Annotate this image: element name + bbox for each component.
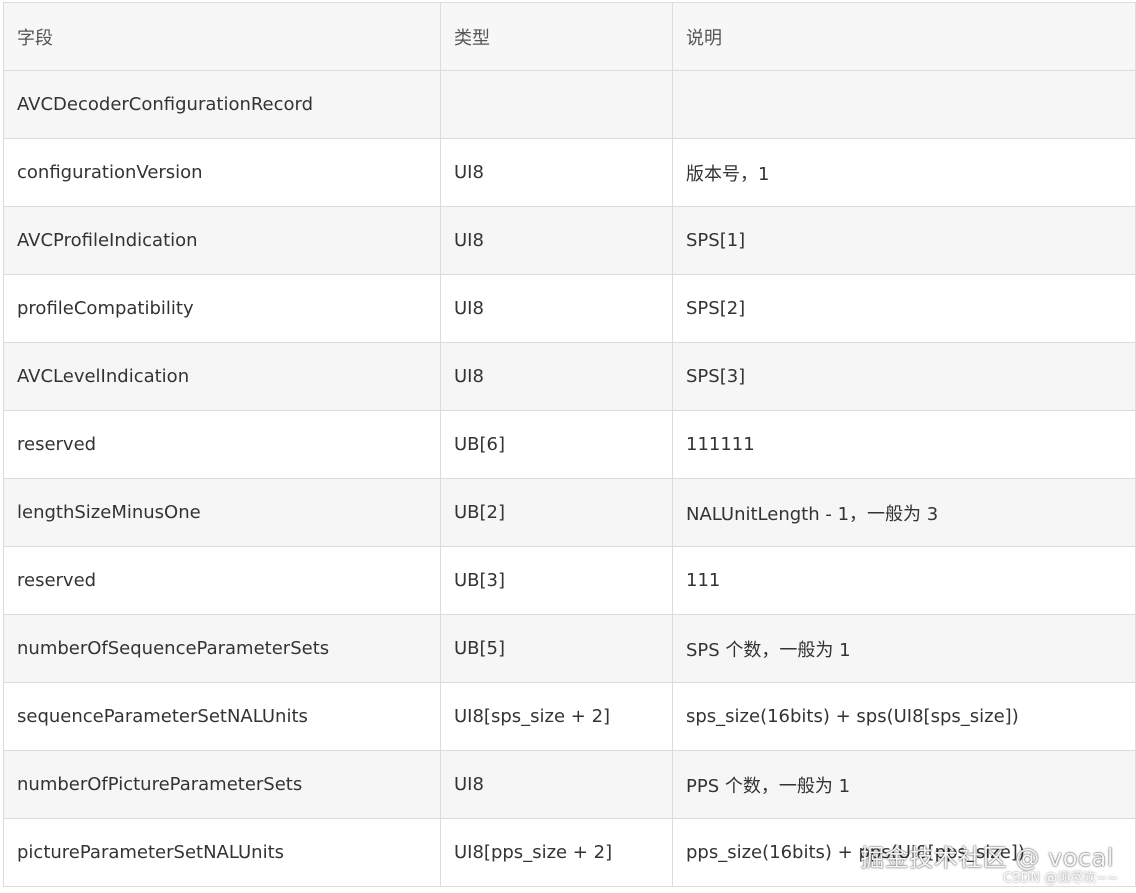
description-cell: 111 xyxy=(672,546,1136,615)
table-body: AVCDecoderConfigurationRecord configurat… xyxy=(3,70,1136,887)
description-cell: SPS[2] xyxy=(672,274,1136,343)
type-cell: UB[2] xyxy=(440,478,673,547)
description-cell xyxy=(672,70,1136,139)
type-cell: UI8 xyxy=(440,750,673,819)
field-cell: sequenceParameterSetNALUnits xyxy=(3,682,441,751)
table-row: AVCDecoderConfigurationRecord xyxy=(3,70,1136,139)
table-row: numberOfPictureParameterSets UI8 PPS 个数，… xyxy=(3,750,1136,819)
field-cell: reserved xyxy=(3,410,441,479)
field-cell: AVCLevelIndication xyxy=(3,342,441,411)
csdn-watermark: CSDN @须尽欢~~ xyxy=(1003,871,1118,886)
table-row: configurationVersion UI8 版本号，1 xyxy=(3,138,1136,207)
table-row: lengthSizeMinusOne UB[2] NALUnitLength -… xyxy=(3,478,1136,547)
table-row: AVCProfileIndication UI8 SPS[1] xyxy=(3,206,1136,275)
field-cell: profileCompatibility xyxy=(3,274,441,343)
header-row: 字段 类型 说明 xyxy=(3,2,1136,71)
table-header: 字段 类型 说明 xyxy=(3,2,1136,71)
header-type: 类型 xyxy=(440,2,673,71)
table-row: AVCLevelIndication UI8 SPS[3] xyxy=(3,342,1136,411)
type-cell: UI8[pps_size + 2] xyxy=(440,818,673,887)
field-cell: AVCProfileIndication xyxy=(3,206,441,275)
type-cell: UI8 xyxy=(440,342,673,411)
field-cell: numberOfSequenceParameterSets xyxy=(3,614,441,683)
table-row: reserved UB[3] 111 xyxy=(3,546,1136,615)
description-cell: SPS[3] xyxy=(672,342,1136,411)
header-description: 说明 xyxy=(672,2,1136,71)
table-row: sequenceParameterSetNALUnits UI8[sps_siz… xyxy=(3,682,1136,751)
header-field: 字段 xyxy=(3,2,441,71)
avc-decoder-config-table: 字段 类型 说明 AVCDecoderConfigurationRecord c… xyxy=(3,2,1136,887)
table-row: reserved UB[6] 111111 xyxy=(3,410,1136,479)
field-cell: lengthSizeMinusOne xyxy=(3,478,441,547)
field-cell: reserved xyxy=(3,546,441,615)
description-cell: SPS[1] xyxy=(672,206,1136,275)
description-cell: 版本号，1 xyxy=(672,138,1136,207)
type-cell: UI8 xyxy=(440,274,673,343)
description-cell: SPS 个数，一般为 1 xyxy=(672,614,1136,683)
description-cell: sps_size(16bits) + sps(UI8[sps_size]) xyxy=(672,682,1136,751)
type-cell: UI8 xyxy=(440,206,673,275)
table-row: numberOfSequenceParameterSets UB[5] SPS … xyxy=(3,614,1136,683)
type-cell: UB[3] xyxy=(440,546,673,615)
config-record-table-container: 字段 类型 说明 AVCDecoderConfigurationRecord c… xyxy=(3,2,1136,887)
description-cell: NALUnitLength - 1，一般为 3 xyxy=(672,478,1136,547)
field-cell: numberOfPictureParameterSets xyxy=(3,750,441,819)
type-cell: UI8[sps_size + 2] xyxy=(440,682,673,751)
description-cell: PPS 个数，一般为 1 xyxy=(672,750,1136,819)
type-cell: UI8 xyxy=(440,138,673,207)
type-cell: UB[6] xyxy=(440,410,673,479)
field-cell: pictureParameterSetNALUnits xyxy=(3,818,441,887)
table-row: profileCompatibility UI8 SPS[2] xyxy=(3,274,1136,343)
description-cell: 111111 xyxy=(672,410,1136,479)
type-cell xyxy=(440,70,673,139)
type-cell: UB[5] xyxy=(440,614,673,683)
field-cell: configurationVersion xyxy=(3,138,441,207)
field-cell: AVCDecoderConfigurationRecord xyxy=(3,70,441,139)
